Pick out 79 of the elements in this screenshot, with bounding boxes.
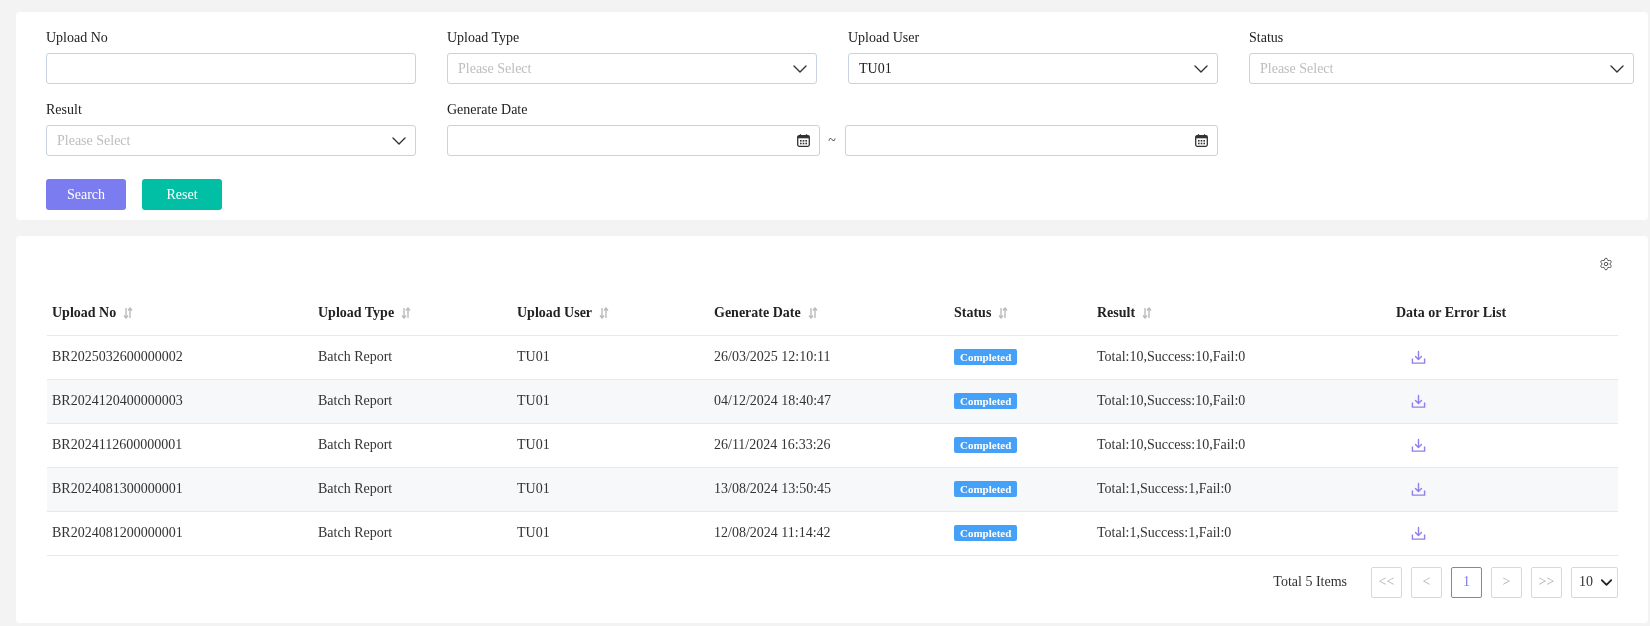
next-page-button[interactable]: > bbox=[1491, 566, 1522, 598]
page-button[interactable]: 1 bbox=[1451, 566, 1482, 598]
settings-icon[interactable] bbox=[1599, 257, 1613, 271]
status-badge: Completed bbox=[954, 349, 1018, 365]
previous-page-button[interactable]: < bbox=[1411, 566, 1442, 598]
first-page-button[interactable]: << bbox=[1371, 566, 1402, 598]
download-icon[interactable] bbox=[1411, 393, 1426, 409]
input-field[interactable] bbox=[46, 53, 416, 84]
download-icon[interactable] bbox=[1411, 481, 1426, 497]
table-cell: TU01 bbox=[517, 393, 550, 408]
table-cell: BR2024081200000001 bbox=[52, 525, 183, 540]
select-field[interactable]: Please Select bbox=[46, 125, 416, 156]
select-field[interactable]: Please Select bbox=[447, 53, 817, 84]
sort-icon[interactable] bbox=[123, 307, 134, 320]
table-cell: 13/08/2024 13:50:45 bbox=[714, 481, 832, 496]
table-cell: TU01 bbox=[517, 481, 550, 496]
table-cell: TU01 bbox=[517, 349, 550, 364]
sort-icon[interactable] bbox=[998, 307, 1009, 320]
reset-button[interactable]: Reset bbox=[142, 179, 222, 210]
status-badge: Completed bbox=[954, 437, 1018, 453]
table-cell: BR2025032600000002 bbox=[52, 349, 183, 364]
table-cell: BR2024120400000003 bbox=[52, 393, 183, 408]
select-field[interactable]: TU01 bbox=[848, 53, 1218, 84]
chevron-down-icon bbox=[392, 136, 406, 145]
page-size-select[interactable]: 10 bbox=[1571, 566, 1618, 598]
range-separator: ~ bbox=[828, 132, 836, 149]
table-cell: Batch Report bbox=[318, 349, 393, 364]
download-icon[interactable] bbox=[1411, 349, 1426, 365]
date-field[interactable] bbox=[844, 125, 1218, 156]
field-label: Generate Date bbox=[447, 102, 528, 118]
field-label: Upload User bbox=[848, 30, 920, 46]
calendar-icon[interactable] bbox=[797, 134, 811, 147]
sort-icon[interactable] bbox=[599, 307, 610, 320]
field-label: Result bbox=[46, 102, 82, 118]
column-header: Data or Error List bbox=[1396, 305, 1507, 321]
field-label: Status bbox=[1249, 30, 1284, 46]
table-cell: 04/12/2024 18:40:47 bbox=[714, 393, 832, 408]
table-cell: Total:10,Success:10,Fail:0 bbox=[1097, 437, 1246, 452]
chevron-down-icon bbox=[1194, 64, 1208, 73]
table-cell: BR2024112600000001 bbox=[52, 437, 183, 452]
column-header: Upload User bbox=[517, 305, 593, 321]
search-button[interactable]: Search bbox=[46, 179, 126, 210]
column-header: Result bbox=[1097, 305, 1136, 321]
last-page-button[interactable]: >> bbox=[1531, 566, 1562, 598]
chevron-down-icon bbox=[1610, 64, 1624, 73]
status-badge: Completed bbox=[954, 481, 1018, 497]
table-cell: 26/11/2024 16:33:26 bbox=[714, 437, 831, 452]
table-cell: Batch Report bbox=[318, 525, 393, 540]
table-cell: Total:10,Success:10,Fail:0 bbox=[1097, 393, 1246, 408]
date-field[interactable] bbox=[447, 125, 821, 156]
column-header: Generate Date bbox=[714, 305, 801, 321]
sort-icon[interactable] bbox=[807, 307, 818, 320]
sort-icon[interactable] bbox=[1142, 307, 1153, 320]
table-cell: Batch Report bbox=[318, 393, 393, 408]
status-badge: Completed bbox=[954, 525, 1018, 541]
chevron-down-icon bbox=[793, 64, 807, 73]
chevron-down-icon bbox=[1601, 578, 1612, 586]
table-cell: TU01 bbox=[517, 525, 550, 540]
table-cell: 12/08/2024 11:14:42 bbox=[714, 525, 831, 540]
status-badge: Completed bbox=[954, 393, 1018, 409]
total-items-text: Total 5 Items bbox=[1273, 574, 1347, 590]
table-cell: Batch Report bbox=[318, 481, 393, 496]
table-cell: BR2024081300000001 bbox=[52, 481, 183, 496]
sort-icon[interactable] bbox=[401, 307, 412, 320]
field-label: Upload Type bbox=[447, 30, 520, 46]
table-cell: Total:1,Success:1,Fail:0 bbox=[1097, 525, 1232, 540]
table-cell: 26/03/2025 12:10:11 bbox=[714, 349, 831, 364]
table-cell: Total:1,Success:1,Fail:0 bbox=[1097, 481, 1232, 496]
table-cell: Total:10,Success:10,Fail:0 bbox=[1097, 349, 1246, 364]
select-field[interactable]: Please Select bbox=[1249, 53, 1634, 84]
table-cell: TU01 bbox=[517, 437, 550, 452]
column-header: Upload No bbox=[52, 305, 117, 321]
table-cell: Batch Report bbox=[318, 437, 393, 452]
column-header: Status bbox=[954, 305, 992, 321]
column-header: Upload Type bbox=[318, 305, 395, 321]
field-label: Upload No bbox=[46, 30, 108, 46]
calendar-icon[interactable] bbox=[1195, 134, 1208, 147]
download-icon[interactable] bbox=[1411, 437, 1426, 453]
download-icon[interactable] bbox=[1411, 525, 1426, 541]
